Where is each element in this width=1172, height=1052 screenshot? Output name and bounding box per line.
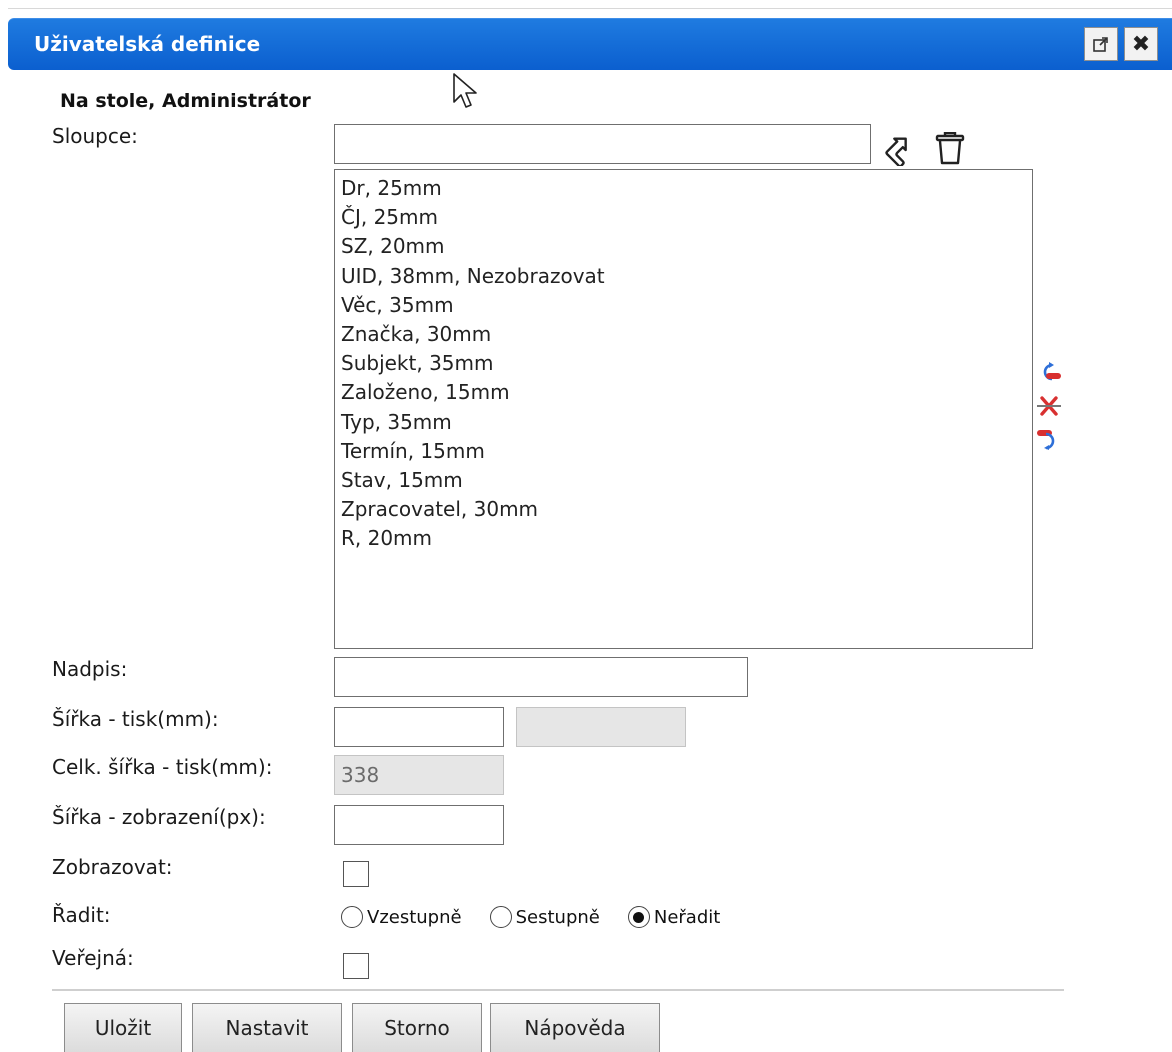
popout-icon — [1093, 37, 1108, 52]
move-up-icon[interactable] — [1036, 361, 1062, 383]
caption-input[interactable] — [334, 657, 748, 697]
sort-ascending-radio[interactable]: Vzestupně — [341, 906, 462, 928]
column-name-input[interactable] — [334, 124, 871, 164]
no-sort-radio[interactable]: Neřadit — [627, 906, 721, 928]
arrow-apply-icon[interactable] — [884, 134, 916, 166]
radio-label: Sestupně — [515, 906, 600, 928]
display-width-label: Šířka - zobrazení(px): — [52, 805, 266, 829]
radio-label: Neřadit — [653, 906, 721, 928]
list-item[interactable]: Typ, 35mm — [341, 408, 1026, 437]
show-checkbox[interactable] — [343, 861, 369, 887]
top-divider — [8, 8, 1172, 9]
move-down-icon[interactable] — [1036, 428, 1062, 450]
dialog-title: Uživatelská definice — [34, 32, 261, 56]
list-item[interactable]: Značka, 30mm — [341, 320, 1026, 349]
columns-listbox[interactable]: Dr, 25mm ČJ, 25mm SZ, 20mm UID, 38mm, Nezob… — [334, 169, 1033, 649]
print-width-input[interactable] — [334, 707, 504, 747]
dialog-titlebar[interactable]: Uživatelská definice ✖ — [8, 18, 1172, 70]
list-item[interactable]: UID, 38mm, Nezobrazovat — [341, 262, 1026, 291]
list-item[interactable]: SZ, 20mm — [341, 232, 1026, 261]
close-button[interactable]: ✖ — [1124, 27, 1158, 61]
display-width-input[interactable] — [334, 805, 504, 845]
close-icon: ✖ — [1131, 31, 1151, 57]
help-button[interactable]: Nápověda — [490, 1003, 660, 1052]
sort-label: Řadit: — [52, 903, 111, 927]
public-label: Veřejná: — [52, 946, 134, 970]
sort-radio-group: Vzestupně Sestupně Neřadit — [341, 906, 748, 928]
list-item[interactable]: Věc, 35mm — [341, 291, 1026, 320]
total-print-width-label: Celk. šířka - tisk(mm): — [52, 755, 273, 779]
radio-circle[interactable] — [341, 906, 363, 928]
list-item[interactable]: Založeno, 15mm — [341, 378, 1026, 407]
list-item[interactable]: Zpracovatel, 30mm — [341, 495, 1026, 524]
context-subtitle: Na stole, Administrátor — [60, 90, 311, 112]
cancel-button[interactable]: Storno — [352, 1003, 482, 1052]
print-width-label: Šířka - tisk(mm): — [52, 707, 219, 731]
public-checkbox[interactable] — [343, 953, 369, 979]
total-print-width-field — [334, 755, 504, 795]
trash-icon[interactable] — [934, 132, 966, 166]
list-item[interactable]: Subjekt, 35mm — [341, 349, 1026, 378]
show-label: Zobrazovat: — [52, 855, 173, 879]
caption-label: Nadpis: — [52, 657, 128, 681]
columns-label: Sloupce: — [52, 124, 138, 148]
button-separator — [52, 989, 1064, 991]
sort-descending-radio[interactable]: Sestupně — [489, 906, 600, 928]
set-button[interactable]: Nastavit — [192, 1003, 342, 1052]
remove-icon[interactable] — [1036, 395, 1062, 417]
list-item[interactable]: R, 20mm — [341, 524, 1026, 553]
mouse-cursor-icon — [453, 73, 477, 108]
print-width-extra-input — [516, 707, 686, 747]
list-item[interactable]: Dr, 25mm — [341, 174, 1026, 203]
radio-dot — [633, 911, 645, 923]
list-item[interactable]: ČJ, 25mm — [341, 203, 1026, 232]
list-item[interactable]: Stav, 15mm — [341, 466, 1026, 495]
list-item[interactable]: Termín, 15mm — [341, 437, 1026, 466]
save-button[interactable]: Uložit — [64, 1003, 182, 1052]
popout-button[interactable] — [1084, 27, 1118, 61]
radio-circle[interactable] — [489, 906, 512, 928]
radio-label: Vzestupně — [367, 906, 462, 928]
radio-circle[interactable] — [627, 906, 650, 928]
